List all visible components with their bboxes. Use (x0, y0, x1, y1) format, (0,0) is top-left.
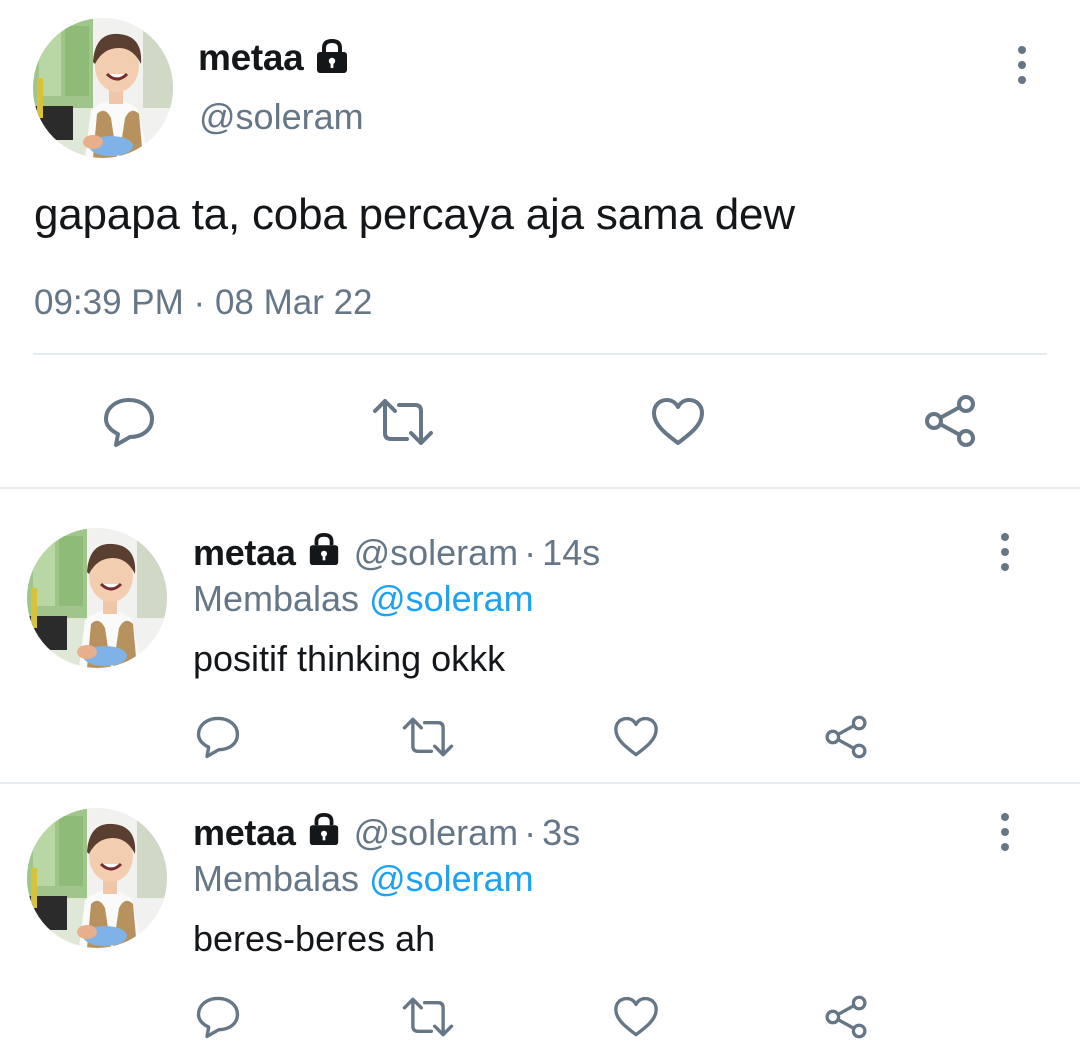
more-options-button[interactable] (985, 807, 1025, 857)
share-icon (825, 995, 867, 1039)
avatar[interactable] (33, 18, 173, 158)
share-button[interactable] (818, 710, 874, 764)
display-name: metaa (198, 37, 304, 78)
share-button[interactable] (818, 990, 874, 1044)
retweet-button[interactable] (398, 712, 458, 762)
retweet-icon (373, 399, 433, 445)
author-handle: @soleram (353, 532, 519, 573)
reply-time: 3s (542, 812, 581, 853)
replying-to: Membalas @soleram (193, 578, 534, 620)
more-vertical-icon (1001, 813, 1009, 821)
replying-to: Membalas @soleram (193, 858, 534, 900)
more-options-button[interactable] (985, 527, 1025, 577)
reply-header: metaa @soleram · 3s (193, 812, 580, 855)
tweet-timestamp: 09:39 PM · 08 Mar 22 (34, 283, 373, 323)
like-button[interactable] (608, 712, 664, 762)
share-icon (925, 395, 975, 447)
comment-icon (196, 996, 240, 1039)
reply-text: beres-beres ah (193, 918, 436, 959)
avatar-image (27, 528, 167, 668)
share-icon (825, 715, 867, 759)
heart-icon (614, 996, 658, 1037)
heart-icon (652, 398, 704, 445)
replying-label: Membalas (193, 578, 360, 619)
tweet-text: gapapa ta, coba percaya aja sama dew (34, 190, 795, 239)
avatar[interactable] (27, 528, 167, 668)
like-button[interactable] (646, 392, 710, 452)
display-name[interactable]: metaa (193, 812, 296, 854)
tweet-time: 09:39 PM (34, 283, 184, 322)
heart-icon (614, 716, 658, 757)
lock-icon (306, 532, 342, 575)
retweet-button[interactable] (398, 992, 458, 1042)
tweet-date: 08 Mar 22 (214, 283, 373, 322)
reply-button[interactable] (190, 712, 246, 762)
more-vertical-icon (1001, 533, 1009, 541)
reply-time: 14s (542, 532, 601, 573)
author-handle: @soleram (353, 812, 519, 853)
comment-icon (196, 716, 240, 759)
reply-header: metaa @soleram · 14s (193, 532, 600, 575)
avatar-image (27, 808, 167, 948)
reply-text: positif thinking okkk (193, 638, 506, 679)
divider (33, 353, 1047, 355)
reply-button[interactable] (190, 992, 246, 1042)
reply-button[interactable] (96, 392, 162, 452)
section-divider (0, 487, 1080, 489)
avatar-image (33, 18, 173, 158)
lock-icon (306, 812, 342, 855)
retweet-button[interactable] (368, 392, 438, 452)
retweet-icon (402, 717, 454, 757)
mention-link[interactable]: @soleram (369, 858, 534, 899)
display-name[interactable]: metaa (193, 532, 296, 574)
retweet-icon (402, 997, 454, 1037)
mention-link[interactable]: @soleram (369, 578, 534, 619)
section-divider (0, 782, 1080, 784)
more-vertical-icon (1018, 46, 1026, 54)
avatar[interactable] (27, 808, 167, 948)
author-handle: @soleram (199, 96, 364, 137)
more-options-button[interactable] (1002, 40, 1042, 90)
share-button[interactable] (918, 390, 982, 452)
lock-icon (313, 38, 351, 79)
meta-separator: · (524, 532, 537, 573)
like-button[interactable] (608, 992, 664, 1042)
tweet-author[interactable]: metaa (198, 36, 351, 80)
replying-label: Membalas (193, 858, 360, 899)
meta-separator: · (524, 812, 537, 853)
meta-separator: · (193, 283, 206, 322)
comment-icon (104, 398, 154, 447)
